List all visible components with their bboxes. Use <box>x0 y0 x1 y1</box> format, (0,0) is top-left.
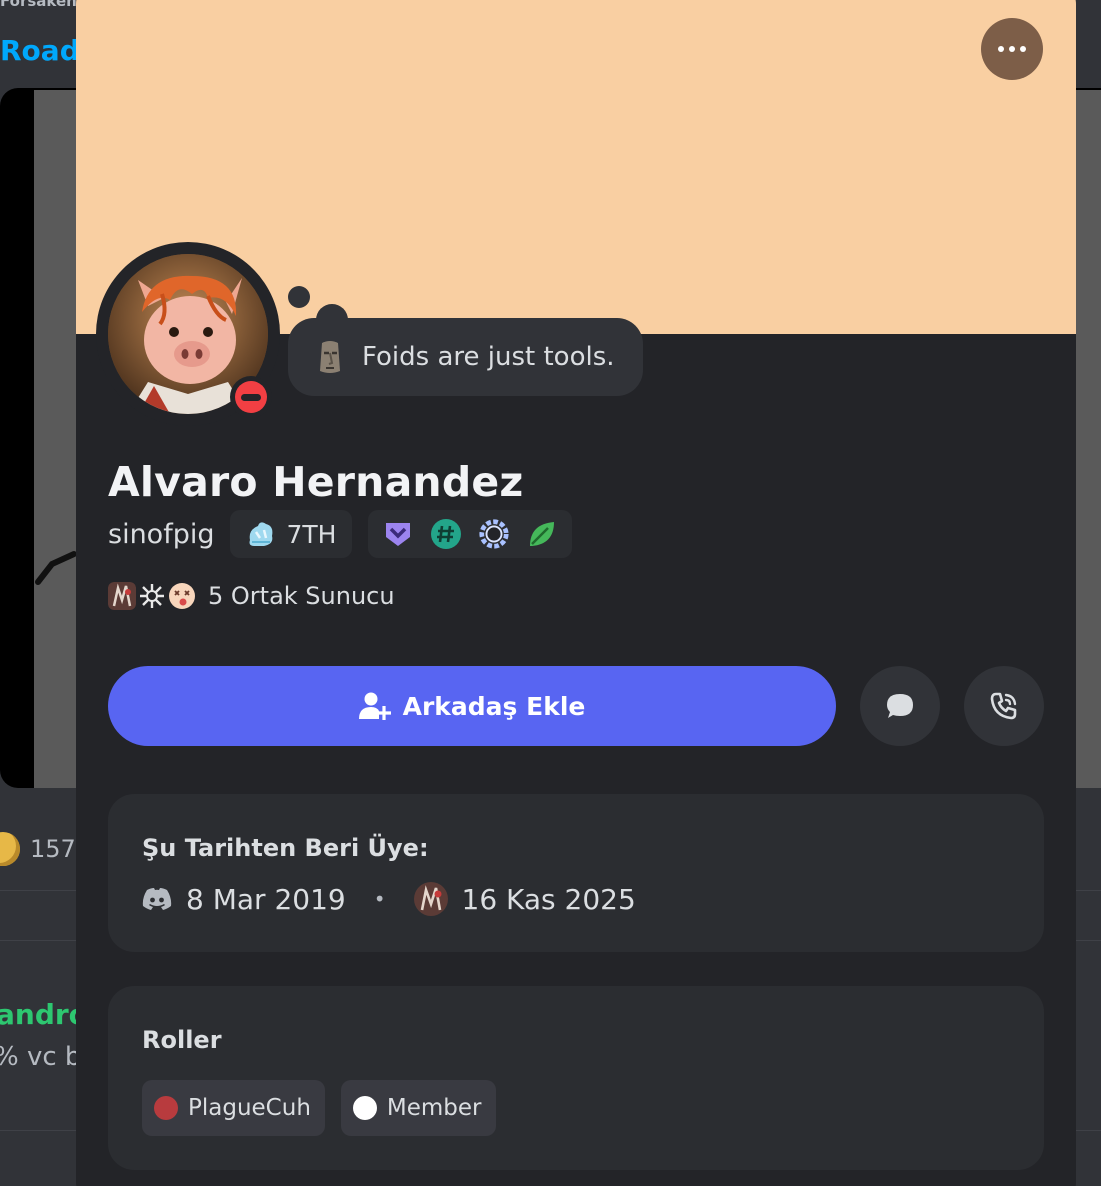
leaf-badge-icon[interactable] <box>526 518 558 550</box>
server-icon <box>169 583 195 609</box>
role-pill[interactable]: PlagueCuh <box>142 1080 325 1136</box>
server-join-date: 16 Kas 2025 <box>461 882 636 916</box>
username-row: sinofpig 7TH <box>108 510 573 558</box>
display-name: Alvaro Hernandez <box>108 458 524 506</box>
guild-tag-label: 7TH <box>286 519 337 549</box>
guild-tag[interactable]: 7TH <box>230 510 353 558</box>
profile-badges <box>368 510 573 558</box>
message-button[interactable] <box>860 666 940 746</box>
role-color-dot <box>352 1096 377 1120</box>
role-name: Member <box>386 1095 482 1121</box>
channel-header-text: Forsaken <box>0 0 77 10</box>
discord-logo-icon <box>142 888 172 910</box>
role-color-dot <box>154 1096 178 1120</box>
reaction-count: 157 <box>30 835 76 863</box>
server-icon <box>138 582 166 610</box>
custom-status-text: Foids are just tools. <box>362 342 615 372</box>
chat-bubble-icon <box>887 694 913 718</box>
mutual-servers[interactable]: 5 Ortak Sunucu <box>108 582 395 610</box>
separator-dot: • <box>373 887 386 911</box>
role-name: PlagueCuh <box>188 1095 311 1121</box>
custom-status-bubble[interactable]: Foids are just tools. <box>288 318 643 396</box>
role-pill[interactable]: Member <box>340 1080 496 1136</box>
more-options-button[interactable] <box>981 18 1043 80</box>
ellipsis-icon <box>998 46 1004 52</box>
message-author[interactable]: andro <box>0 998 88 1031</box>
pleading-face-icon <box>0 832 20 866</box>
crystal-icon <box>249 522 273 546</box>
server-icon <box>413 882 448 916</box>
roles-list: PlagueCuh Member <box>142 1080 496 1136</box>
hashtag-badge-icon[interactable] <box>430 518 462 550</box>
thought-bubble-dot <box>288 286 310 308</box>
user-profile-popout: Foids are just tools. Alvaro Hernandez s… <box>76 0 1076 1186</box>
member-since-title: Şu Tarihten Beri Üye: <box>142 834 429 862</box>
reaction-button[interactable]: 157 <box>0 832 76 866</box>
username[interactable]: sinofpig <box>108 519 214 550</box>
quest-badge-icon[interactable] <box>478 518 510 550</box>
status-indicator <box>230 376 272 418</box>
ellipsis-dot <box>1009 46 1015 52</box>
voice-call-button[interactable] <box>964 666 1044 746</box>
add-friend-label: Arkadaş Ekle <box>402 691 586 721</box>
message-text: % vc b <box>0 1042 82 1072</box>
discord-join-date: 8 Mar 2019 <box>186 882 346 916</box>
member-since-row: 8 Mar 2019 • 16 Kas 2025 <box>142 882 636 916</box>
phone-call-icon <box>990 692 1017 720</box>
server-icon <box>108 582 136 610</box>
roles-card: Roller PlagueCuh Member <box>108 986 1044 1170</box>
mutual-servers-label: 5 Ortak Sunucu <box>208 582 395 610</box>
do-not-disturb-icon <box>235 381 267 413</box>
avatar[interactable] <box>96 242 280 426</box>
add-friend-button[interactable]: Arkadaş Ekle <box>108 666 836 746</box>
moai-emoji-icon <box>320 341 340 373</box>
roles-title: Roller <box>142 1026 222 1054</box>
member-since-card: Şu Tarihten Beri Üye: 8 Mar 2019 • 16 Ka… <box>108 794 1044 952</box>
hypesquad-badge-icon[interactable] <box>382 518 414 550</box>
add-friend-icon <box>358 692 391 720</box>
ellipsis-dot <box>1020 46 1026 52</box>
mutual-server-icons <box>108 582 196 610</box>
